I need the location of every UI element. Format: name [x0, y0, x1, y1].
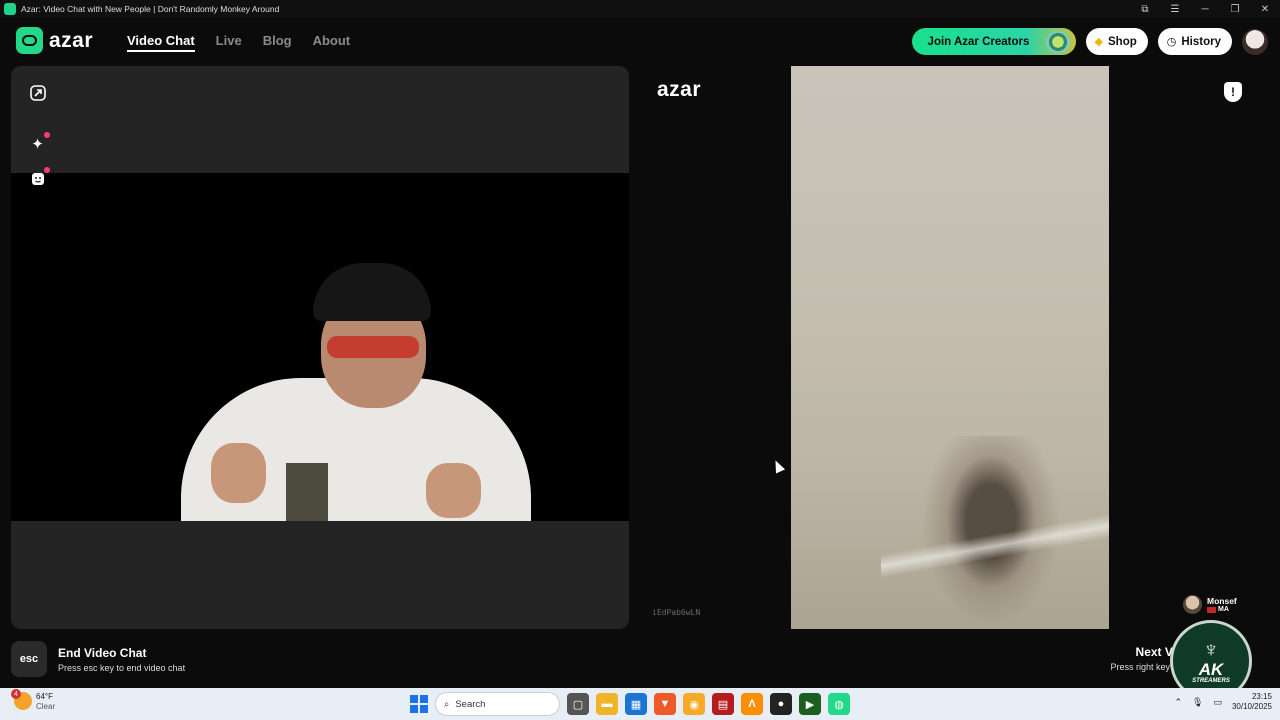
taskbar-app-transfer-icon[interactable]: Λ [741, 693, 763, 715]
stranger-video-feed [791, 66, 1109, 629]
stranger-user-info[interactable]: Monsef MA [1183, 595, 1237, 614]
weather-badge: 4 [11, 689, 21, 700]
close-button[interactable]: ✕ [1250, 0, 1280, 18]
sticker-notification-dot [44, 167, 50, 173]
azar-logo[interactable]: azar [16, 27, 93, 54]
taskbar-app-store-icon[interactable]: ▦ [625, 693, 647, 715]
end-chat-hint: esc End Video Chat Press esc key to end … [11, 641, 185, 677]
microphone-icon[interactable]: 🎙 [1192, 697, 1203, 708]
eagle-icon: ♆ [1202, 636, 1220, 662]
shop-button[interactable]: ◆ Shop [1085, 28, 1148, 55]
self-video-image [181, 258, 541, 521]
stranger-avatar [1183, 595, 1202, 614]
stranger-country: MA [1207, 606, 1237, 613]
clock-icon: ◷ [1166, 36, 1177, 48]
join-creators-button[interactable]: Join Azar Creators [911, 28, 1076, 55]
nav-video-chat[interactable]: Video Chat [127, 33, 195, 52]
nav-live[interactable]: Live [216, 33, 242, 52]
header-actions: Join Azar Creators ◆ Shop ◷ History [911, 28, 1268, 55]
nav-blog[interactable]: Blog [263, 33, 292, 52]
menu-icon[interactable]: ☰ [1160, 0, 1190, 18]
weather-temp: 64°F [36, 692, 53, 701]
stranger-country-code: MA [1218, 606, 1229, 613]
weather-widget[interactable]: 4 64°F Clear [11, 689, 56, 711]
window-controls: ⧉ ☰ ─ ❐ ✕ [1130, 0, 1280, 18]
window-titlebar: Azar: Video Chat with New People | Don't… [0, 0, 1280, 18]
watermark-ak: AK [1198, 659, 1224, 679]
report-shield-icon[interactable]: ! [1224, 82, 1242, 102]
search-icon: ⌕ [444, 698, 450, 710]
shop-label: Shop [1108, 35, 1137, 48]
pinned-apps: ▢ ▬ ▦ ▼ ◉ ▤ Λ ● ▶ ◍ [567, 693, 850, 715]
taskbar-app-brave-icon[interactable]: ▼ [654, 693, 676, 715]
weather-condition: Clear [36, 701, 56, 711]
restore-button[interactable]: ❐ [1220, 0, 1250, 18]
windows-taskbar: 4 64°F Clear ⌕ Search ▢ ▬ ▦ ▼ ◉ ▤ Λ ● ▶ ◍ ⌃ 🎙 ▭ 2… [0, 688, 1280, 720]
effects-notification-dot [44, 132, 50, 138]
main-nav: Video Chat Live Blog About [127, 33, 350, 52]
nav-about[interactable]: About [313, 33, 351, 52]
history-button[interactable]: ◷ History [1157, 28, 1232, 55]
azar-wordmark: azar [49, 28, 94, 52]
gem-icon: ◆ [1094, 36, 1104, 48]
taskbar-app-file-explorer-icon[interactable]: ▬ [596, 693, 618, 715]
self-video-feed [11, 173, 629, 521]
expand-icon[interactable] [25, 80, 50, 105]
windows-start-icon[interactable] [410, 695, 428, 713]
join-creators-label: Join Azar Creators [927, 35, 1030, 48]
taskbar-app-terminal-icon[interactable]: ▶ [799, 693, 821, 715]
self-camera-panel: ✦ [11, 66, 629, 629]
taskbar-app-media-icon[interactable]: ▤ [712, 693, 734, 715]
clock-time: 23:15 [1251, 692, 1272, 701]
profile-avatar[interactable] [1242, 28, 1268, 55]
history-label: History [1181, 35, 1221, 48]
taskbar-clock[interactable]: 23:15 30/10/2025 [1232, 692, 1272, 713]
taskbar-app-obs-icon[interactable]: ● [770, 693, 792, 715]
taskbar-app-task-view-icon[interactable]: ▢ [567, 693, 589, 715]
window-title: Azar: Video Chat with New People | Don't… [21, 4, 280, 14]
camera-icon[interactable]: ⧉ [1130, 0, 1160, 18]
network-icon[interactable]: ▭ [1213, 697, 1222, 708]
system-tray: ⌃ 🎙 ▭ 23:15 30/10/2025 [1174, 692, 1272, 713]
top-navigation: azar Video Chat Live Blog About Join Aza… [0, 18, 1280, 64]
azar-logo-icon [16, 27, 43, 54]
end-chat-subtitle: Press esc key to end video chat [58, 662, 186, 673]
end-chat-title: End Video Chat [58, 645, 147, 660]
search-placeholder: Search [455, 698, 486, 710]
watermark-sub: STREAMERS [1192, 677, 1230, 684]
match-id: iEdPab6wLN [652, 608, 701, 617]
clock-date: 30/10/2025 [1231, 702, 1272, 712]
taskbar-search[interactable]: ⌕ Search [435, 692, 560, 716]
esc-key-button[interactable]: esc [11, 641, 47, 677]
taskbar-app-azar-icon[interactable]: ◍ [828, 693, 850, 715]
taskbar-app-notifications-icon[interactable]: ◉ [683, 693, 705, 715]
stranger-panel: azar ! iEdPab6wLN Monsef MA [646, 66, 1260, 629]
azar-app-icon [4, 3, 16, 15]
minimize-button[interactable]: ─ [1190, 0, 1220, 18]
taskbar-apps: ⌕ Search ▢ ▬ ▦ ▼ ◉ ▤ Λ ● ▶ ◍ [410, 692, 850, 716]
flag-icon [1207, 606, 1216, 613]
creators-badge-icon [1045, 31, 1070, 53]
stranger-panel-logo: azar [657, 78, 702, 101]
weather-sun-icon: 4 [11, 689, 32, 711]
stranger-name: Monsef [1207, 596, 1237, 606]
tray-chevron-icon[interactable]: ⌃ [1174, 697, 1182, 708]
